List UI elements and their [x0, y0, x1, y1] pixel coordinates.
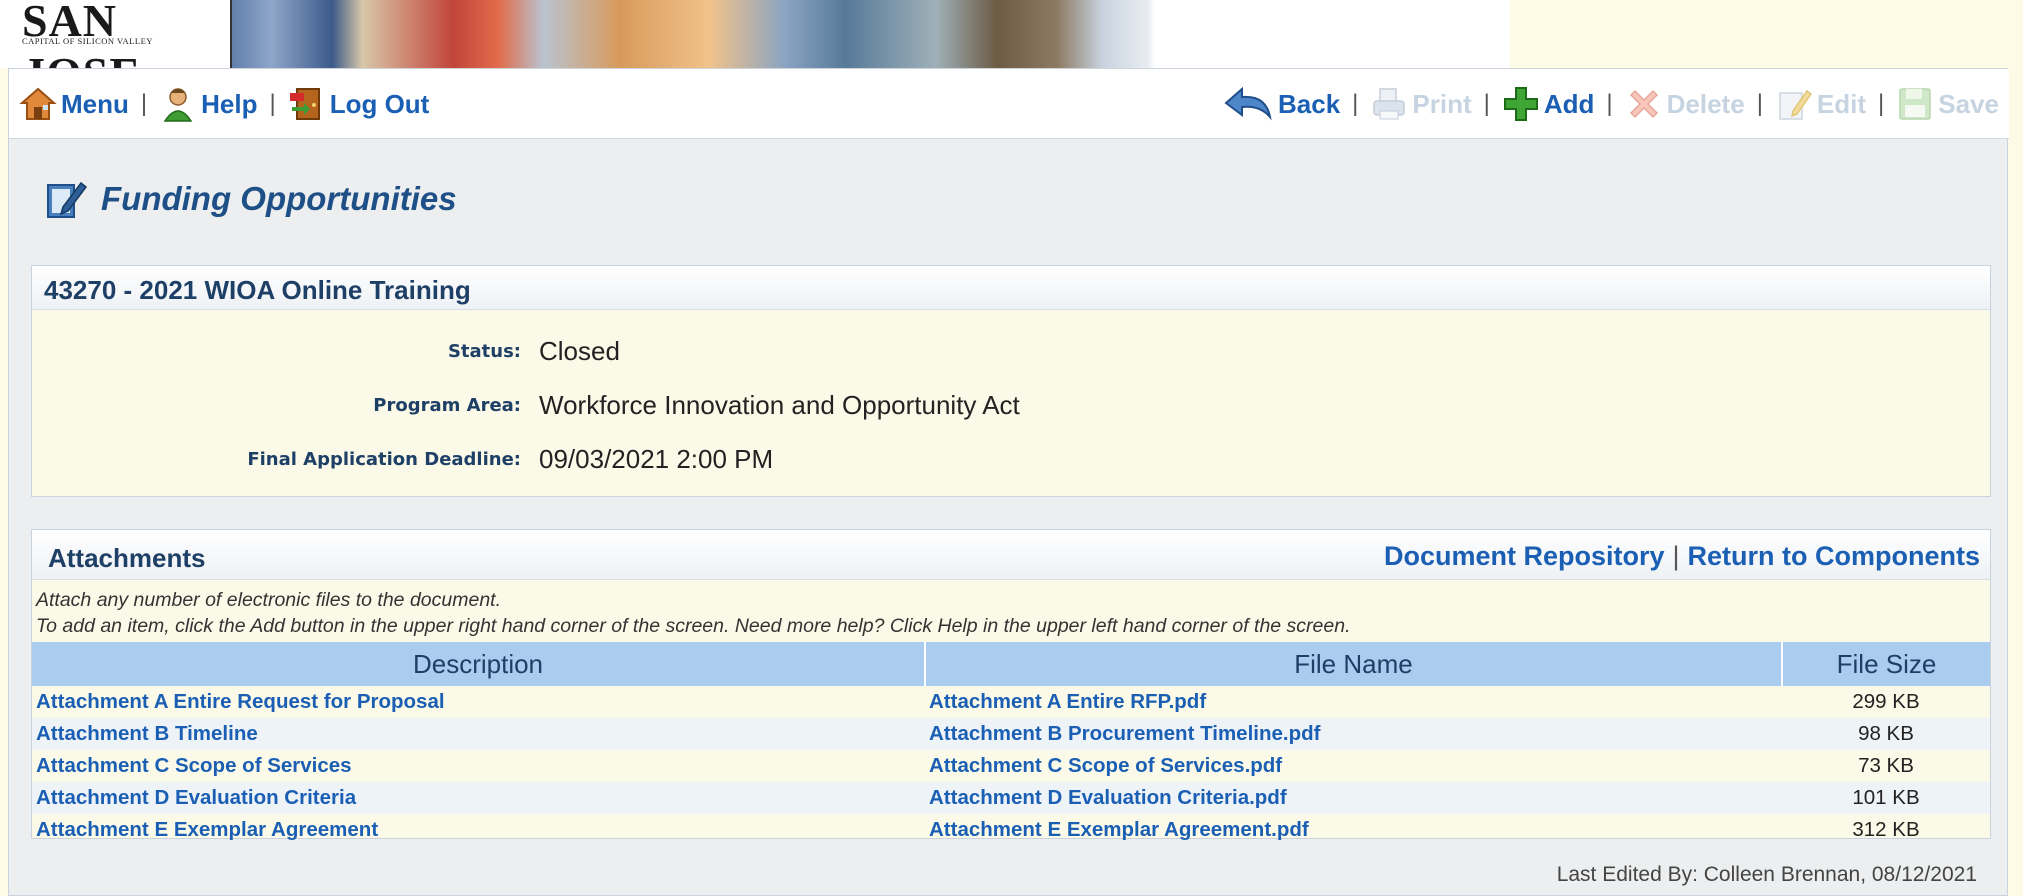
table-header-row: Description File Name File Size — [32, 642, 1990, 686]
back-arrow-icon — [1222, 85, 1274, 123]
toolbar-right: Back | Print | Add | Delete | Edit | Sav… — [1222, 85, 1999, 123]
menu-button[interactable]: Menu — [19, 85, 129, 123]
log-out-button[interactable]: Log Out — [288, 85, 430, 123]
attachments-links: Document Repository | Return to Components — [1384, 541, 1980, 572]
deadline-row: Final Application Deadline: 09/03/2021 2… — [32, 444, 773, 475]
attachment-file-link[interactable]: Attachment D Evaluation Criteria.pdf — [925, 782, 1782, 814]
logo-subtitle: CAPITAL OF SILICON VALLEY — [22, 36, 153, 46]
toolbar-separator: | — [1756, 90, 1763, 117]
toolbar-separator: | — [1606, 90, 1613, 117]
attachment-description-link[interactable]: Attachment A Entire Request for Proposal — [32, 686, 925, 718]
attachment-description-link[interactable]: Attachment B Timeline — [32, 718, 925, 750]
help-line-1: Attach any number of electronic files to… — [36, 589, 502, 611]
link-separator: | — [1672, 541, 1680, 571]
pencil-notepad-icon — [1775, 85, 1813, 123]
delete-label: Delete — [1666, 88, 1745, 119]
add-label: Add — [1543, 88, 1595, 119]
house-icon — [19, 85, 57, 123]
program-area-row: Program Area: Workforce Innovation and O… — [32, 390, 1020, 421]
attachment-file-size: 73 KB — [1858, 754, 1914, 777]
table-row: Attachment A Entire Request for Proposal… — [32, 686, 1990, 718]
attachments-help-text: Attach any number of electronic files to… — [36, 587, 1351, 639]
attachment-description-link[interactable]: Attachment C Scope of Services — [32, 750, 925, 782]
floppy-disk-icon — [1896, 85, 1934, 123]
save-button[interactable]: Save — [1896, 85, 1999, 123]
program-area-label: Program Area: — [373, 395, 521, 416]
attachment-file-link[interactable]: Attachment A Entire RFP.pdf — [925, 686, 1782, 718]
save-label: Save — [1938, 88, 1999, 119]
print-button[interactable]: Print — [1370, 85, 1472, 123]
status-value: Closed — [539, 336, 620, 366]
opportunity-details: 43270 - 2021 WIOA Online Training Status… — [31, 265, 1991, 497]
program-area-value: Workforce Innovation and Opportunity Act — [539, 390, 1020, 420]
toolbar-separator: | — [1878, 90, 1885, 117]
column-header-description[interactable]: Description — [32, 642, 926, 686]
banner-filler — [1510, 0, 2023, 68]
table-row: Attachment C Scope of Services Attachmen… — [32, 750, 1990, 782]
toolbar-separator: | — [140, 90, 148, 117]
san-jose-logo: SAN JOSE CAPITAL OF SILICON VALLEY — [0, 0, 232, 68]
attachments-title: Attachments — [48, 543, 206, 573]
document-repository-link[interactable]: Document Repository — [1384, 541, 1665, 571]
help-button[interactable]: Help — [159, 85, 257, 123]
toolbar-separator: | — [1352, 90, 1359, 117]
page-title-text: Funding Opportunities — [101, 180, 457, 217]
status-row: Status: Closed — [32, 336, 620, 367]
toolbar: Menu | Help | Log Out Back | Print | Add… — [9, 69, 2009, 139]
attachment-description-link[interactable]: Attachment D Evaluation Criteria — [32, 782, 925, 814]
main-panel: Menu | Help | Log Out Back | Print | Add… — [8, 68, 2009, 896]
table-row: Attachment B Timeline Attachment B Procu… — [32, 718, 1990, 750]
table-row: Attachment E Exemplar Agreement Attachme… — [32, 814, 1990, 846]
attachment-file-link[interactable]: Attachment B Procurement Timeline.pdf — [925, 718, 1782, 750]
delete-button[interactable]: Delete — [1625, 85, 1745, 123]
column-header-file-name[interactable]: File Name — [925, 642, 1783, 686]
back-label: Back — [1278, 88, 1341, 119]
table-row: Attachment D Evaluation Criteria Attachm… — [32, 782, 1990, 814]
back-button[interactable]: Back — [1222, 85, 1340, 123]
opportunity-heading: 43270 - 2021 WIOA Online Training — [32, 266, 1990, 310]
header-banner: SAN JOSE CAPITAL OF SILICON VALLEY — [0, 0, 1510, 68]
attachments-header: Attachments Document Repository | Return t… — [32, 530, 1990, 580]
toolbar-left: Menu | Help | Log Out — [19, 85, 429, 123]
attachment-file-size: 312 KB — [1852, 818, 1920, 841]
logo-title: SAN JOSE — [22, 0, 140, 68]
return-to-components-link[interactable]: Return to Components — [1688, 541, 1980, 571]
attachment-file-size: 299 KB — [1852, 690, 1920, 713]
edit-label: Edit — [1816, 88, 1867, 119]
attachment-file-size: 101 KB — [1782, 782, 1990, 814]
toolbar-separator: | — [269, 90, 276, 117]
last-edited-footer: Last Edited By: Colleen Brennan, 08/12/2… — [1556, 863, 1977, 886]
page-title: Funding Opportunities — [45, 177, 457, 221]
red-x-icon — [1625, 85, 1663, 123]
edit-button[interactable]: Edit — [1775, 85, 1866, 123]
help-label: Help — [201, 88, 258, 119]
attachment-file-link[interactable]: Attachment E Exemplar Agreement.pdf — [925, 814, 1782, 846]
attachments-section: Attachments Document Repository | Return t… — [31, 529, 1991, 841]
attachment-description-link[interactable]: Attachment E Exemplar Agreement — [32, 814, 925, 846]
print-label: Print — [1412, 88, 1472, 119]
menu-label: Menu — [61, 88, 129, 119]
toolbar-separator: | — [1483, 90, 1490, 117]
status-label: Status: — [447, 341, 521, 362]
exit-door-icon — [288, 85, 326, 123]
printer-icon — [1370, 85, 1408, 123]
green-plus-icon — [1502, 85, 1540, 123]
notepad-pencil-icon — [45, 177, 89, 221]
column-header-file-size[interactable]: File Size — [1782, 642, 1990, 686]
person-help-icon — [159, 85, 197, 123]
help-line-2: To add an item, click the Add button in … — [36, 615, 1351, 637]
deadline-label: Final Application Deadline: — [247, 449, 521, 470]
attachment-file-size: 98 KB — [1782, 718, 1990, 750]
log-out-label: Log Out — [329, 88, 430, 119]
deadline-value: 09/03/2021 2:00 PM — [539, 444, 774, 474]
attachments-table: Description File Name File Size Attachme… — [32, 642, 1990, 846]
attachment-file-link[interactable]: Attachment C Scope of Services.pdf — [925, 750, 1782, 782]
add-button[interactable]: Add — [1502, 85, 1595, 123]
